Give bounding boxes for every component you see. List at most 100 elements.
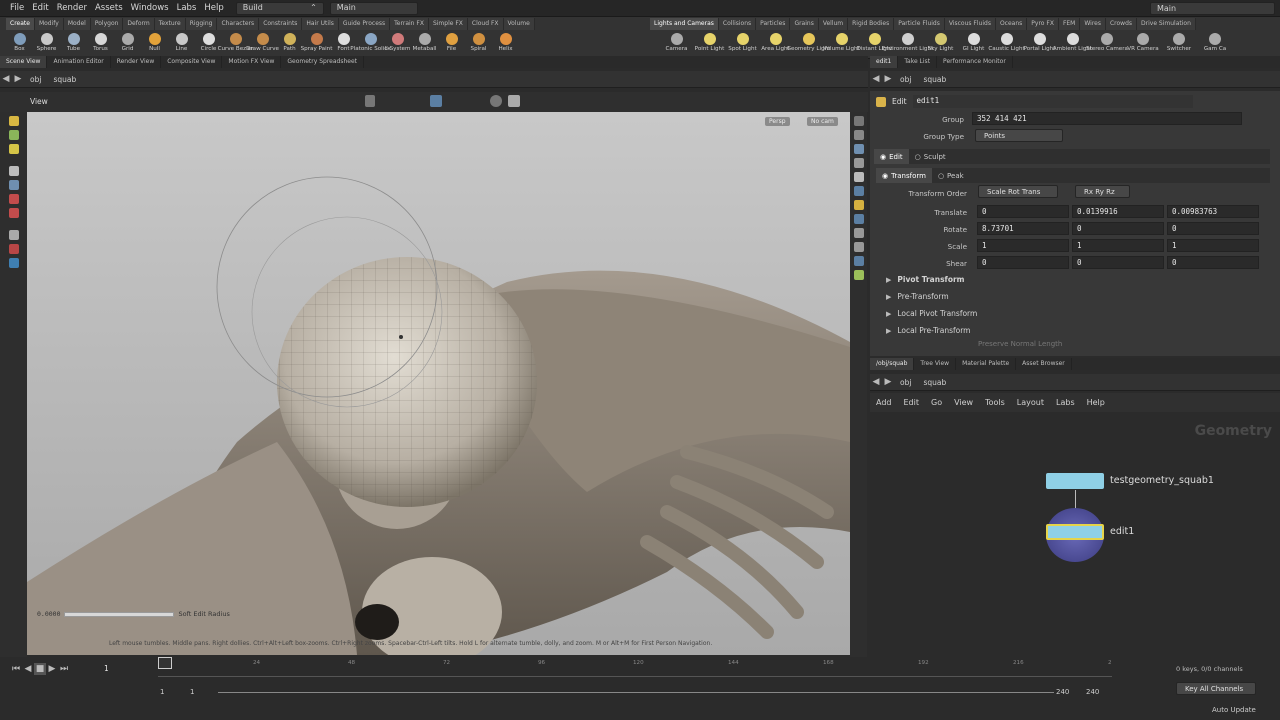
camera-menu[interactable]: No cam (807, 117, 838, 126)
translate-z-field[interactable]: 0.00983763 (1167, 205, 1259, 218)
shear-z-field[interactable]: 0 (1167, 256, 1259, 269)
translate-x-field[interactable]: 0 (977, 205, 1069, 218)
net-tab-2[interactable]: Material Palette (956, 358, 1017, 370)
net-tab-3[interactable]: Asset Browser (1016, 358, 1072, 370)
translate-y-field[interactable]: 0.0139916 (1072, 205, 1164, 218)
param-tab-1[interactable]: Take List (898, 56, 938, 68)
brush-tool-icon[interactable] (8, 144, 19, 154)
shelf-tab-2[interactable]: Model (63, 18, 91, 30)
shelf-right-tab-6[interactable]: Particle Fluids (894, 18, 945, 30)
scale-y-field[interactable]: 1 (1072, 239, 1164, 252)
timeline-ruler[interactable]: 1244872961201441681922162 (158, 659, 1112, 677)
param-path-obj[interactable]: obj (894, 75, 917, 84)
scene-tab-1[interactable]: Animation Editor (47, 56, 111, 68)
menu-labs[interactable]: Labs (173, 0, 201, 17)
net-menu-tools[interactable]: Tools (979, 398, 1011, 407)
shelf-right-tab-1[interactable]: Collisions (718, 18, 757, 30)
shelf-right-tab-4[interactable]: Vellum (818, 18, 849, 30)
shelf-right-tab-10[interactable]: FEM (1058, 18, 1081, 30)
shading-icon[interactable] (853, 158, 864, 168)
shear-y-field[interactable]: 0 (1072, 256, 1164, 269)
menu-file[interactable]: File (6, 0, 28, 17)
shelf-light-tool-5[interactable]: Volume Light (823, 31, 860, 59)
param-tab-0[interactable]: edit1 (870, 56, 899, 68)
desktop-dropdown[interactable]: Build ⌃ (235, 1, 324, 15)
node-name-field[interactable]: edit1 (912, 95, 1193, 108)
go-start-icon[interactable]: ⏮ (10, 663, 22, 675)
shelf-light-tool-2[interactable]: Spot Light (726, 31, 759, 59)
folder-2[interactable]: ▶ Local Pivot Transform (886, 305, 977, 322)
shelf-tab-9[interactable]: Hair Utils (302, 18, 339, 30)
magnet-icon[interactable] (8, 244, 19, 254)
shelf-tool-2[interactable]: Tube (60, 31, 87, 59)
path-obj[interactable]: obj (24, 75, 47, 84)
shelf-light-tool-16[interactable]: Gam Ca (1197, 31, 1233, 59)
path-squab[interactable]: squab (47, 75, 82, 84)
shelf-tool-17[interactable]: Spiral (465, 31, 492, 59)
shelf-light-tool-6[interactable]: Distant Light (857, 31, 892, 59)
shelf-tool-13[interactable]: Platonic Solids (350, 31, 391, 59)
net-path-obj[interactable]: obj (894, 378, 917, 387)
go-end-icon[interactable]: ⏭ (58, 663, 70, 675)
scene-tab-2[interactable]: Render View (111, 56, 162, 68)
folder-1[interactable]: ▶ Pre-Transform (886, 288, 977, 305)
shelf-tool-9[interactable]: Draw Curve (246, 31, 279, 59)
shelf-tool-18[interactable]: Helix (492, 31, 519, 59)
select-icon[interactable] (365, 95, 375, 107)
param-back-icon[interactable]: ◀ (870, 73, 882, 85)
normals-icon[interactable] (853, 242, 864, 252)
playhead[interactable] (158, 657, 172, 669)
folder-3[interactable]: ▶ Local Pre-Transform (886, 322, 977, 339)
shelf-tab-12[interactable]: Simple FX (428, 18, 468, 30)
shelf-tool-6[interactable]: Line (168, 31, 195, 59)
shelf-tool-0[interactable]: Box (6, 31, 33, 59)
display-mode-icon[interactable] (430, 95, 442, 107)
peak-tab[interactable]: ○ Peak (932, 168, 970, 183)
shelf-light-tool-12[interactable]: Ambient Light (1053, 31, 1092, 59)
network-editor[interactable]: Geometry testgeometry_squab1 edit1 (870, 415, 1280, 655)
menu-assets[interactable]: Assets (91, 0, 127, 17)
shelf-tool-10[interactable]: Path (276, 31, 303, 59)
folder-0[interactable]: ▶ Pivot Transform (886, 271, 977, 288)
transform-order-menu[interactable]: Scale Rot Trans (978, 185, 1058, 198)
camera-view-icon[interactable] (853, 214, 864, 224)
shelf-right-tab-7[interactable]: Viscous Fluids (944, 18, 996, 30)
handle-icon[interactable] (8, 194, 19, 204)
current-frame-field[interactable]: 1 (100, 663, 132, 676)
auto-update[interactable]: Auto Update (1212, 706, 1256, 714)
scale-x-field[interactable]: 1 (977, 239, 1069, 252)
shelf-tab-0[interactable]: Create (6, 18, 35, 30)
shelf-light-tool-10[interactable]: Caustic Light (988, 31, 1025, 59)
shelf-right-tab-8[interactable]: Oceans (995, 18, 1028, 30)
wireframe-icon[interactable] (853, 172, 864, 182)
scene-tab-0[interactable]: Scene View (0, 56, 48, 68)
shelf-light-tool-0[interactable]: Camera (660, 31, 693, 59)
net-menu-edit[interactable]: Edit (898, 398, 926, 407)
forward-icon[interactable]: ▶ (12, 73, 24, 85)
shelf-right-tab-5[interactable]: Rigid Bodies (848, 18, 895, 30)
lock-icon[interactable] (8, 180, 19, 190)
net-tab-1[interactable]: Tree View (914, 358, 957, 370)
end-frame[interactable]: 240 (1056, 688, 1069, 696)
menu-render[interactable]: Render (53, 0, 91, 17)
shelf-right-tab-9[interactable]: Pyro FX (1027, 18, 1059, 30)
snapshot-icon[interactable] (508, 95, 520, 107)
shelf-tool-8[interactable]: Curve Bezier (218, 31, 253, 59)
shear-x-field[interactable]: 0 (977, 256, 1069, 269)
rotate-y-field[interactable]: 0 (1072, 222, 1164, 235)
shelf-light-tool-4[interactable]: Geometry Light (787, 31, 830, 59)
net-menu-labs[interactable]: Labs (1050, 398, 1081, 407)
shelf-tool-16[interactable]: File (438, 31, 465, 59)
mode-sculpt-tab[interactable]: ○ Sculpt (909, 149, 952, 164)
shelf-light-tool-7[interactable]: Environment Light (882, 31, 933, 59)
net-back-icon[interactable]: ◀ (870, 376, 882, 388)
shelf-tab-7[interactable]: Characters (217, 18, 260, 30)
map-icon[interactable] (853, 270, 864, 280)
pose-icon[interactable] (8, 208, 19, 218)
shelf-right-tab-12[interactable]: Crowds (1105, 18, 1138, 30)
shelf-tool-14[interactable]: L-System (384, 31, 411, 59)
shelf-tool-15[interactable]: Metaball (411, 31, 438, 59)
shelf-right-tab-2[interactable]: Particles (756, 18, 791, 30)
move-tool-icon[interactable] (8, 130, 19, 140)
shelf-right-tab-0[interactable]: Lights and Cameras (650, 18, 719, 30)
